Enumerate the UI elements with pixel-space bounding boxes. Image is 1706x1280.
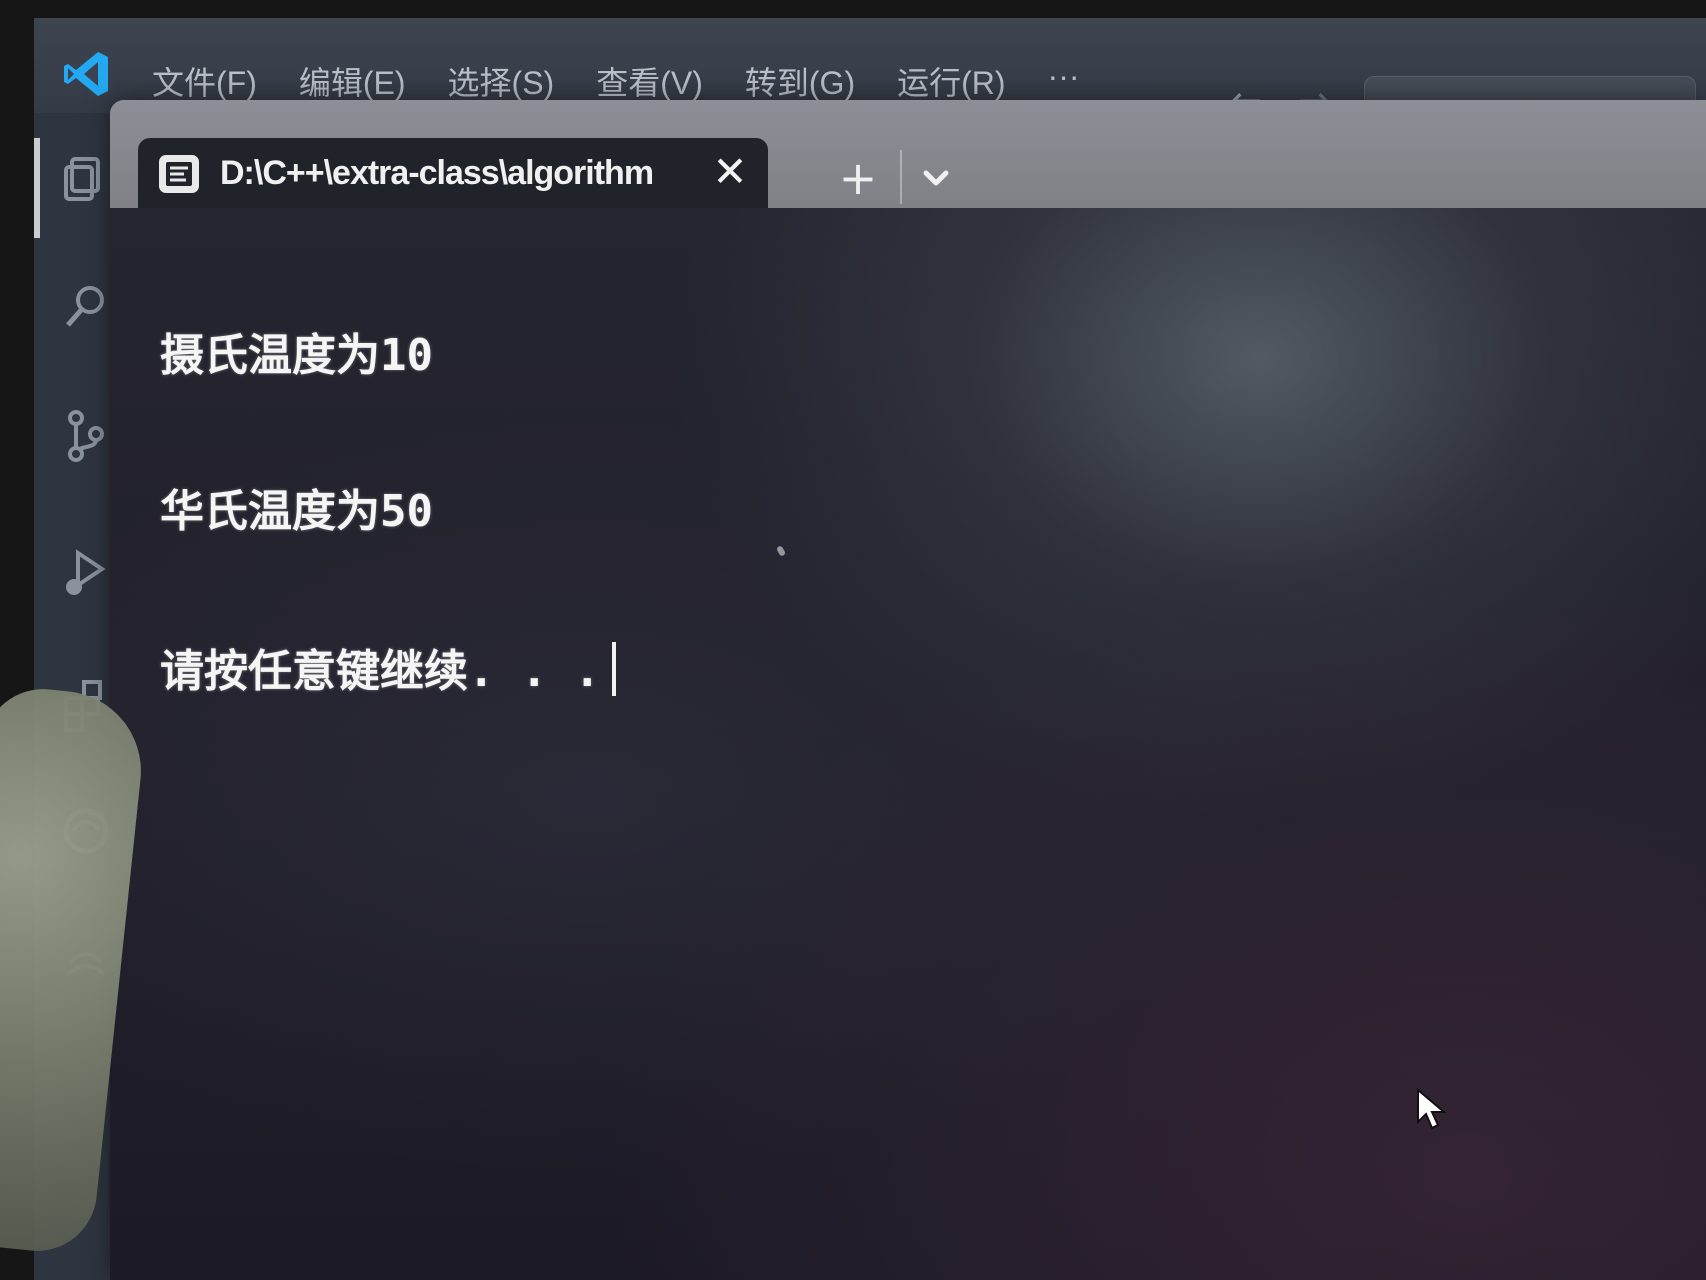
search-icon[interactable] <box>58 278 114 334</box>
menu-run[interactable]: 运行(R) <box>897 58 1005 104</box>
terminal-tab-title: D:\C++\extra-class\algorithm <box>220 154 654 192</box>
menu-file[interactable]: 文件(F) <box>152 58 257 104</box>
screen: 文件(F) 编辑(E) 选择(S) 查看(V) 转到(G) 运行(R) ··· … <box>34 18 1706 1280</box>
terminal-tabbar: D:\C++\extra-class\algorithm ✕ + <box>110 100 1706 208</box>
explorer-icon[interactable] <box>58 151 114 207</box>
chevron-down-icon[interactable] <box>916 158 956 198</box>
menu-go[interactable]: 转到(G) <box>745 58 855 104</box>
menu-bar: 文件(F) 编辑(E) 选择(S) 查看(V) 转到(G) 运行(R) ··· <box>152 58 1080 104</box>
terminal-window: D:\C++\extra-class\algorithm ✕ + 摄氏温度为10… <box>110 100 1706 1280</box>
tab-divider <box>900 150 902 204</box>
menu-view[interactable]: 查看(V) <box>596 58 703 104</box>
mouse-pointer-icon <box>1417 1088 1447 1130</box>
active-indicator <box>34 138 40 238</box>
menu-edit[interactable]: 编辑(E) <box>299 58 406 104</box>
output-line-celsius: 摄氏温度为10 <box>160 330 433 381</box>
source-control-icon[interactable] <box>58 408 114 464</box>
output-line-prompt: 请按任意键继续. . . <box>160 642 617 698</box>
vscode-logo-icon <box>64 52 108 96</box>
plus-icon[interactable]: + <box>834 154 882 202</box>
console-output: 摄氏温度为10 华氏温度为50 请按任意键继续. . . <box>160 226 617 802</box>
terminal-body[interactable]: 摄氏温度为10 华氏温度为50 请按任意键继续. . . <box>110 208 1706 1280</box>
terminal-tab-icon <box>159 155 199 193</box>
menu-more[interactable]: ··· <box>1048 58 1080 104</box>
output-line-fahrenheit: 华氏温度为50 <box>160 486 433 537</box>
terminal-tab[interactable]: D:\C++\extra-class\algorithm ✕ <box>138 138 768 208</box>
close-icon[interactable]: ✕ <box>706 148 754 196</box>
text-cursor <box>612 642 617 696</box>
run-debug-icon[interactable] <box>58 543 114 599</box>
press-any-key-text: 请按任意键继续. . . <box>160 646 601 697</box>
menu-selection[interactable]: 选择(S) <box>448 58 555 104</box>
vscode-titlebar: 文件(F) 编辑(E) 选择(S) 查看(V) 转到(G) 运行(R) ··· … <box>34 18 1706 126</box>
